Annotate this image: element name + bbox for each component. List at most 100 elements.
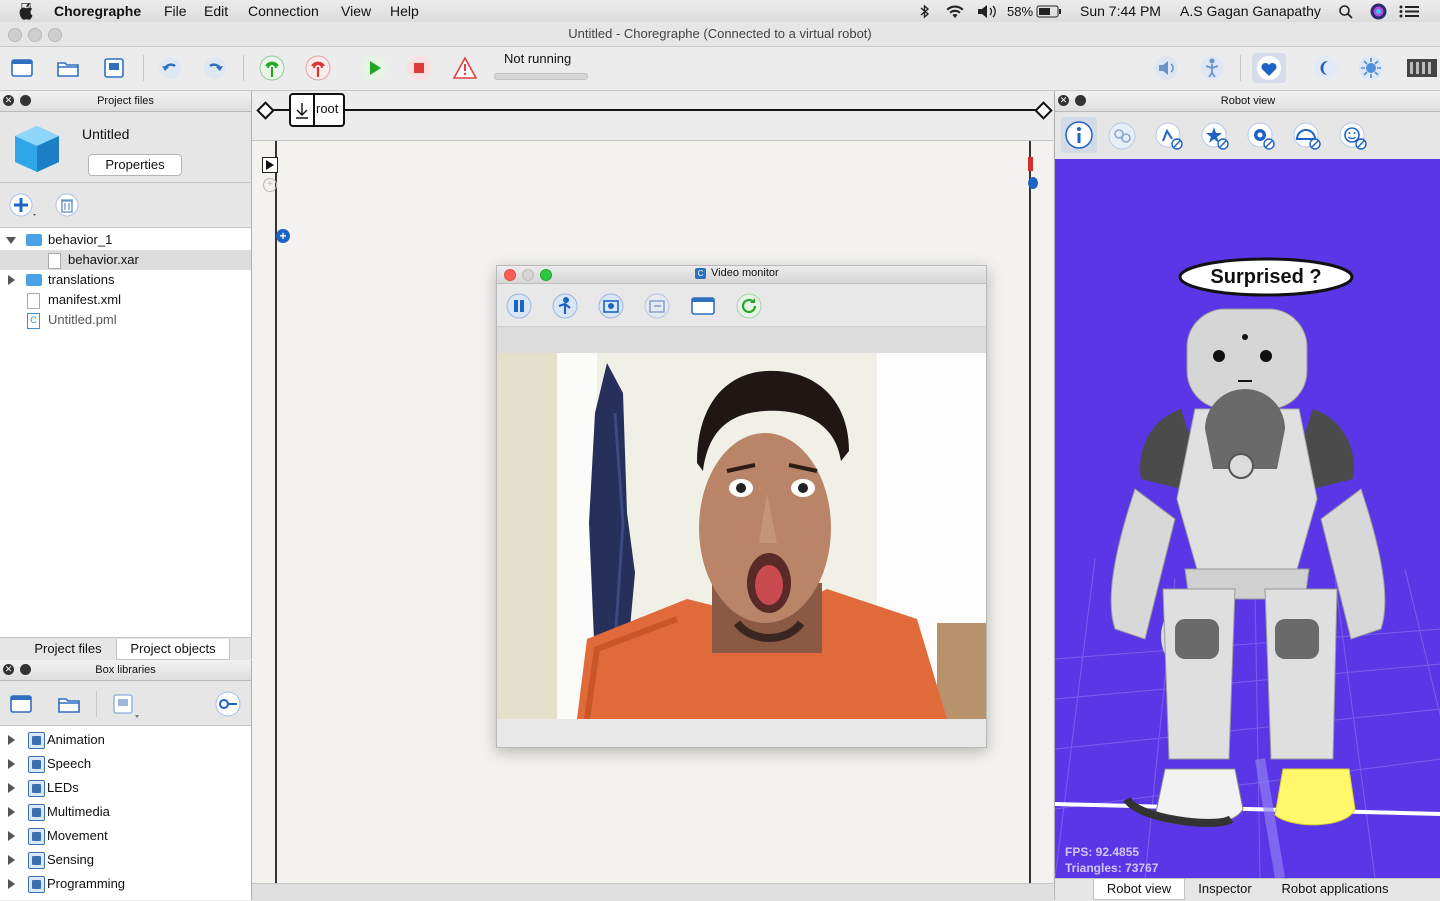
tab-project-objects[interactable]: Project objects xyxy=(116,639,230,660)
volume-icon[interactable] xyxy=(976,4,998,19)
battery-icon[interactable] xyxy=(1036,5,1062,18)
new-library-icon[interactable] xyxy=(8,691,34,717)
expand-arrow-icon[interactable] xyxy=(6,237,16,244)
safety-reflex-icon[interactable] xyxy=(1291,121,1323,151)
volume-settings-button[interactable] xyxy=(1152,55,1180,81)
menu-edit[interactable]: Edit xyxy=(204,3,228,19)
notification-center-icon[interactable] xyxy=(1399,5,1419,18)
bluetooth-icon[interactable] xyxy=(919,4,931,19)
add-file-icon[interactable] xyxy=(8,193,38,219)
refresh-icon[interactable] xyxy=(735,292,763,320)
menu-view[interactable]: View xyxy=(341,3,371,19)
library-item-programming[interactable]: Programming xyxy=(0,872,251,896)
tab-robot-view[interactable]: Robot view xyxy=(1093,879,1185,900)
expand-arrow-icon[interactable] xyxy=(8,783,15,793)
close-panel-button[interactable]: ✕ xyxy=(3,95,14,106)
tree-item-translations[interactable]: translations xyxy=(0,270,251,290)
clock[interactable]: Sun 7:44 PM xyxy=(1080,3,1161,19)
open-library-icon[interactable] xyxy=(56,691,82,717)
save-library-icon[interactable] xyxy=(110,691,142,719)
add-output-icon[interactable] xyxy=(1028,177,1038,189)
library-item-movement[interactable]: Movement xyxy=(0,824,251,848)
tree-item-behavior-1[interactable]: behavior_1 xyxy=(0,230,251,250)
library-item-multimedia[interactable]: Multimedia xyxy=(0,800,251,824)
connect-antenna-icon xyxy=(259,55,285,81)
disconnect-button[interactable] xyxy=(304,55,332,81)
undo-button[interactable] xyxy=(156,55,184,81)
zoom-window-button[interactable] xyxy=(540,269,552,281)
library-item-leds[interactable]: LEDs xyxy=(0,776,251,800)
info-icon xyxy=(1065,121,1093,149)
debug-warnings-button[interactable] xyxy=(451,55,479,81)
new-project-button[interactable] xyxy=(8,55,36,81)
minimize-window-button[interactable] xyxy=(522,269,534,281)
onstart-input[interactable] xyxy=(262,157,278,173)
library-item-sensing[interactable]: Sensing xyxy=(0,848,251,872)
expand-arrow-icon[interactable] xyxy=(8,275,15,285)
connect-button[interactable] xyxy=(258,55,286,81)
expand-arrow-icon[interactable] xyxy=(8,735,15,745)
video-window-icon[interactable] xyxy=(689,292,717,320)
float-panel-button[interactable] xyxy=(20,95,31,106)
motors-stiffness-button[interactable] xyxy=(1198,55,1226,81)
snapshot-icon[interactable] xyxy=(643,292,671,320)
float-panel-button[interactable] xyxy=(1075,95,1086,106)
onstopped-output[interactable] xyxy=(1028,157,1033,171)
search-filter-icon[interactable] xyxy=(214,691,242,717)
window-title: Untitled - Choregraphe (Connected to a v… xyxy=(568,26,872,41)
tab-inspector[interactable]: Inspector xyxy=(1187,879,1263,899)
tree-item-manifest[interactable]: manifest.xml xyxy=(0,290,251,310)
pause-video-icon[interactable] xyxy=(505,292,533,320)
add-input-icon[interactable]: + xyxy=(263,178,277,192)
diagram-scrollbar[interactable] xyxy=(252,883,1053,901)
view-joints-icon[interactable] xyxy=(1107,121,1137,151)
open-project-button[interactable] xyxy=(54,55,82,81)
library-item-speech[interactable]: Speech xyxy=(0,752,251,776)
root-breadcrumb[interactable]: root xyxy=(289,93,345,127)
wake-up-button[interactable] xyxy=(1357,55,1385,81)
float-panel-button[interactable] xyxy=(20,664,31,675)
menu-file[interactable]: File xyxy=(164,3,187,19)
play-button[interactable] xyxy=(360,55,388,81)
properties-button[interactable]: Properties xyxy=(88,154,182,176)
spotlight-search-icon[interactable] xyxy=(1338,4,1354,20)
sound-localization-icon[interactable] xyxy=(1153,121,1185,151)
apple-logo-icon[interactable] xyxy=(19,3,35,20)
expand-arrow-icon[interactable] xyxy=(8,831,15,841)
stop-button[interactable] xyxy=(405,55,433,81)
expand-arrow-icon[interactable] xyxy=(8,807,15,817)
toolbar-separator xyxy=(96,691,97,717)
tracking-icon[interactable] xyxy=(1199,121,1231,151)
battery-status-button[interactable] xyxy=(1406,55,1438,81)
robot-3d-view[interactable]: Surprised ? FPS: 92.4855 Triangles: 7376… xyxy=(1055,159,1440,878)
user-name[interactable]: A.S Gagan Ganapathy xyxy=(1180,3,1321,19)
menu-connection[interactable]: Connection xyxy=(248,3,319,19)
close-window-button[interactable] xyxy=(504,269,516,281)
gear-settings-icon[interactable] xyxy=(1245,121,1277,151)
expand-arrow-icon[interactable] xyxy=(8,759,15,769)
menu-bar:  Choregraphe File Edit Connection View … xyxy=(0,0,1440,23)
app-menu[interactable]: Choregraphe xyxy=(54,3,141,19)
object-learning-icon[interactable] xyxy=(597,292,625,320)
wifi-icon[interactable] xyxy=(945,4,965,19)
tree-item-behavior-xar[interactable]: behavior.xar xyxy=(0,250,251,270)
library-item-animation[interactable]: Animation xyxy=(0,728,251,752)
close-panel-button[interactable]: ✕ xyxy=(1058,95,1069,106)
expand-arrow-icon[interactable] xyxy=(8,879,15,889)
expand-arrow-icon[interactable] xyxy=(8,855,15,865)
close-panel-button[interactable]: ✕ xyxy=(3,664,14,675)
autonomous-life-button[interactable] xyxy=(1252,53,1286,83)
tab-project-files[interactable]: Project files xyxy=(22,639,114,659)
tab-robot-applications[interactable]: Robot applications xyxy=(1269,879,1401,899)
robot-info-button[interactable] xyxy=(1061,117,1097,153)
emotion-icon[interactable] xyxy=(1337,121,1369,151)
rest-button[interactable] xyxy=(1311,55,1339,81)
siri-icon[interactable] xyxy=(1370,3,1387,20)
menu-help[interactable]: Help xyxy=(390,3,419,19)
add-parameter-icon[interactable]: + xyxy=(276,229,290,243)
tree-item-pml[interactable]: C Untitled.pml xyxy=(0,310,251,330)
face-learning-icon[interactable] xyxy=(551,292,579,320)
redo-button[interactable] xyxy=(201,55,229,81)
save-project-button[interactable] xyxy=(100,55,128,81)
delete-trash-icon[interactable] xyxy=(54,193,80,219)
